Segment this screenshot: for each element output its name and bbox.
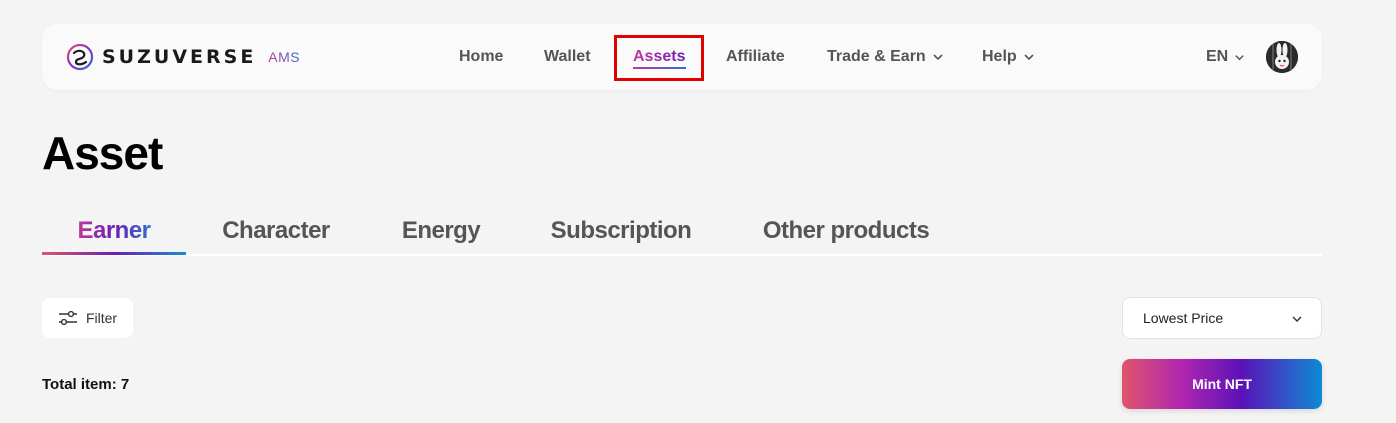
- tab-character-label: Character: [222, 217, 330, 244]
- nav-active-underline: [633, 67, 686, 69]
- nav-affiliate[interactable]: Affiliate: [726, 24, 785, 90]
- language-label: EN: [1206, 48, 1229, 65]
- top-navbar: SUZUVERSE AMS Home Wallet Assets Affilia…: [42, 24, 1322, 90]
- filter-button[interactable]: Filter: [42, 298, 133, 338]
- chevron-down-icon: [933, 54, 943, 61]
- sort-selected-value: Lowest Price: [1143, 310, 1224, 326]
- nav-trade-earn-label: Trade & Earn: [827, 48, 926, 65]
- nav-home-label: Home: [459, 48, 504, 65]
- nav-trade-earn[interactable]: Trade & Earn: [827, 24, 944, 90]
- tab-earner-label: Earner: [77, 217, 151, 244]
- brand-name: SUZUVERSE: [102, 46, 257, 68]
- nav-home[interactable]: Home: [459, 24, 503, 90]
- sort-dropdown[interactable]: Lowest Price: [1122, 297, 1322, 339]
- chevron-down-icon: [1292, 316, 1302, 322]
- nav-wallet[interactable]: Wallet: [544, 24, 591, 90]
- tab-other-products-label: Other products: [762, 217, 930, 244]
- nav-affiliate-label: Affiliate: [726, 48, 785, 65]
- active-tab-underline: [42, 252, 186, 255]
- total-item-count: Total item: 7: [42, 376, 130, 393]
- brand-logo[interactable]: SUZUVERSE AMS: [66, 43, 301, 71]
- tab-other-products[interactable]: Other products: [748, 208, 944, 254]
- chevron-down-icon: [1235, 54, 1244, 60]
- filter-label: Filter: [85, 310, 118, 326]
- brand-subtitle: AMS: [268, 49, 301, 65]
- tab-energy-label: Energy: [401, 217, 481, 244]
- language-selector[interactable]: EN: [1206, 24, 1245, 90]
- nav-help[interactable]: Help: [982, 24, 1035, 90]
- nav-wallet-label: Wallet: [544, 48, 591, 65]
- tab-character[interactable]: Character: [206, 208, 346, 254]
- suzuverse-logo-icon: [66, 43, 94, 71]
- filter-sliders-icon: [58, 310, 77, 326]
- mint-nft-button[interactable]: Mint NFT: [1122, 359, 1322, 409]
- page-title: Asset: [42, 127, 163, 179]
- tab-subscription-label: Subscription: [550, 217, 692, 244]
- chevron-down-icon: [1024, 54, 1034, 61]
- nav-help-label: Help: [982, 48, 1017, 65]
- tab-subscription[interactable]: Subscription: [536, 208, 706, 254]
- avatar-rabbit-icon: [1266, 41, 1298, 73]
- asset-tabs: Earner Character Energy Subscription Oth…: [42, 208, 1322, 256]
- tab-energy[interactable]: Energy: [386, 208, 496, 254]
- nav-assets[interactable]: Assets: [633, 24, 685, 90]
- nav-assets-label: Assets: [633, 48, 686, 65]
- user-avatar[interactable]: [1266, 41, 1298, 73]
- tab-earner[interactable]: Earner: [42, 208, 186, 254]
- mint-nft-label: Mint NFT: [1192, 376, 1252, 392]
